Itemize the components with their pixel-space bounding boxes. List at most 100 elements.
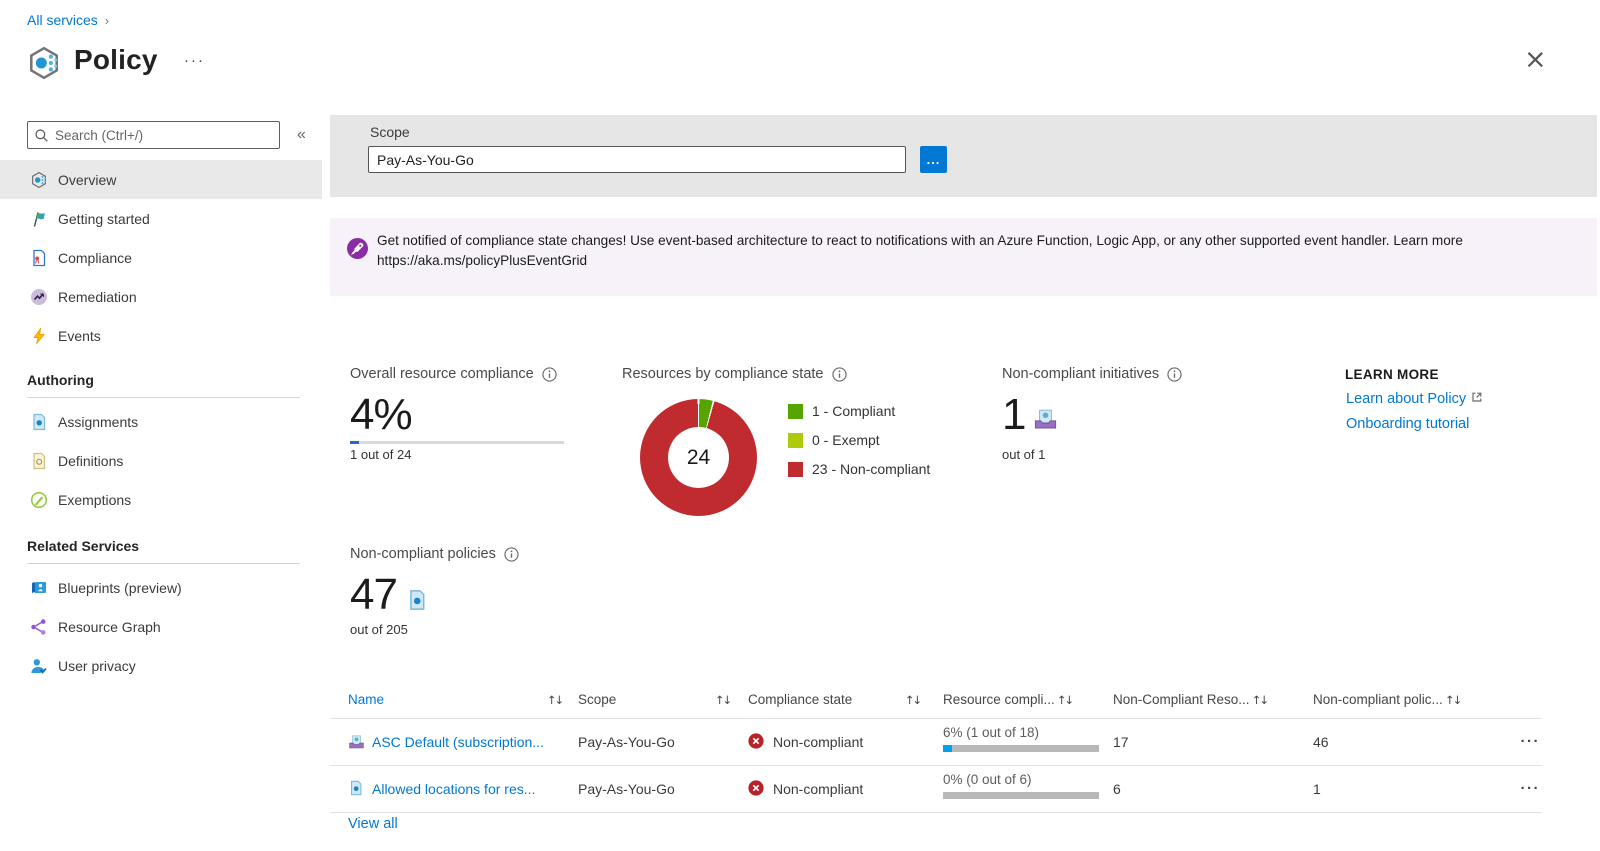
row-non-compliant-resources: 17 xyxy=(1113,718,1303,765)
row-actions-button[interactable]: ··· xyxy=(1498,718,1540,765)
banner-message: Get notified of compliance state changes… xyxy=(377,233,1463,248)
overall-compliance-progressbar xyxy=(350,441,564,444)
sidebar-item-label: Overview xyxy=(58,172,116,188)
sidebar-item-remediation[interactable]: Remediation xyxy=(0,277,322,316)
row-actions-button[interactable]: ··· xyxy=(1498,765,1540,812)
onboarding-tutorial-link[interactable]: Onboarding tutorial xyxy=(1346,416,1469,432)
definitions-doc-icon xyxy=(30,452,48,470)
non-compliant-policies-title: Non-compliant policies xyxy=(350,546,519,562)
sidebar-item-assignments[interactable]: Assignments xyxy=(0,402,322,441)
sidebar-item-label: Getting started xyxy=(58,211,150,227)
sidebar-collapse-button[interactable]: « xyxy=(297,126,306,144)
close-icon[interactable]: × xyxy=(1524,46,1547,73)
sidebar-item-label: Assignments xyxy=(58,414,138,430)
donut-legend: 1 - Compliant 0 - Exempt 23 - Non-compli… xyxy=(788,403,930,490)
banner-link[interactable]: https://aka.ms/policyPlusEventGrid xyxy=(377,253,587,268)
non-compliant-policies-value: 47 xyxy=(350,572,428,618)
error-circle-icon xyxy=(748,733,765,750)
sidebar-item-label: Exemptions xyxy=(58,492,131,508)
sidebar-item-blueprints[interactable]: Blueprints (preview) xyxy=(0,568,322,607)
row-scope: Pay-As-You-Go xyxy=(578,718,730,765)
search-input[interactable] xyxy=(55,128,273,143)
initiative-icon xyxy=(348,733,365,750)
sidebar-item-resource-graph[interactable]: Resource Graph xyxy=(0,607,322,646)
sidebar-section-related-services: Related Services xyxy=(27,538,139,554)
row-compliance-state: Non-compliant xyxy=(748,765,920,812)
title-more-button[interactable]: ··· xyxy=(184,52,205,69)
row-name-link[interactable]: Allowed locations for res... xyxy=(348,765,562,812)
sidebar-item-compliance[interactable]: Compliance xyxy=(0,238,322,277)
overall-compliance-value: 4% xyxy=(350,392,412,438)
non-compliant-policies-subtitle: out of 205 xyxy=(350,622,408,637)
info-icon[interactable] xyxy=(1167,367,1182,382)
scope-input[interactable] xyxy=(368,146,906,173)
sidebar-item-label: User privacy xyxy=(58,658,136,674)
legend-item-non-compliant: 23 - Non-compliant xyxy=(788,461,930,477)
resource-compliance-bar xyxy=(943,745,1099,752)
compliance-doc-icon xyxy=(30,249,48,267)
table-row: Allowed locations for res... Pay-As-You-… xyxy=(330,765,1542,812)
donut-center-label: 24 xyxy=(668,427,729,488)
notification-banner: Get notified of compliance state changes… xyxy=(330,218,1597,296)
row-non-compliant-resources: 6 xyxy=(1113,765,1303,812)
sidebar-item-user-privacy[interactable]: User privacy xyxy=(0,646,322,685)
error-circle-icon xyxy=(748,780,765,797)
divider xyxy=(330,812,1542,813)
scope-band: Scope ... xyxy=(330,115,1597,197)
resource-compliance-bar xyxy=(943,792,1099,799)
getting-started-flag-icon xyxy=(30,210,48,228)
sidebar-item-label: Definitions xyxy=(58,453,123,469)
sidebar-item-label: Blueprints (preview) xyxy=(58,580,182,596)
sidebar-item-events[interactable]: Events xyxy=(0,316,322,355)
row-non-compliant-policies: 46 xyxy=(1313,718,1489,765)
row-resource-compliance: 6% (1 out of 18) xyxy=(943,718,1103,765)
sidebar-item-overview[interactable]: Overview xyxy=(0,160,322,199)
column-header-scope[interactable]: Scope↑↓ xyxy=(578,692,730,707)
non-compliant-initiatives-title: Non-compliant initiatives xyxy=(1002,366,1182,382)
search-icon xyxy=(34,128,49,143)
row-name-link[interactable]: ASC Default (subscription... xyxy=(348,718,562,765)
sidebar-item-exemptions[interactable]: Exemptions xyxy=(0,480,322,519)
column-header-non-compliant-policies[interactable]: Non-compliant polic...↑↓ xyxy=(1313,692,1489,707)
external-link-icon xyxy=(1471,391,1483,407)
non-compliant-initiatives-value: 1 xyxy=(1002,392,1058,438)
legend-swatch-exempt xyxy=(788,433,803,448)
non-compliant-initiatives-subtitle: out of 1 xyxy=(1002,447,1045,462)
legend-swatch-compliant xyxy=(788,404,803,419)
info-icon[interactable] xyxy=(832,367,847,382)
policy-logo-icon xyxy=(26,45,62,81)
exemptions-pencil-icon xyxy=(30,491,48,509)
sort-icon: ↑↓ xyxy=(547,693,562,707)
compliance-donut-chart[interactable]: 24 xyxy=(640,399,757,516)
column-header-name[interactable]: Name↑↓ xyxy=(348,692,562,707)
row-compliance-state: Non-compliant xyxy=(748,718,920,765)
sidebar-item-getting-started[interactable]: Getting started xyxy=(0,199,322,238)
column-header-compliance-state[interactable]: Compliance state↑↓ xyxy=(748,692,920,707)
column-header-resource-compliance[interactable]: Resource compli...↑↓ xyxy=(943,692,1103,707)
assignment-doc-icon xyxy=(406,589,428,611)
events-lightning-icon xyxy=(30,327,48,345)
divider xyxy=(27,563,300,564)
sidebar-item-definitions[interactable]: Definitions xyxy=(0,441,322,480)
info-icon[interactable] xyxy=(542,367,557,382)
info-icon[interactable] xyxy=(504,547,519,562)
sort-icon: ↑↓ xyxy=(1252,693,1267,707)
scope-browse-button[interactable]: ... xyxy=(920,146,947,173)
legend-item-exempt: 0 - Exempt xyxy=(788,432,930,448)
legend-swatch-non-compliant xyxy=(788,462,803,477)
row-scope: Pay-As-You-Go xyxy=(578,765,730,812)
learn-about-policy-link[interactable]: Learn about Policy xyxy=(1346,391,1483,407)
assignments-doc-icon xyxy=(30,413,48,431)
divider xyxy=(27,397,300,398)
rocket-icon xyxy=(347,238,368,259)
view-all-link[interactable]: View all xyxy=(348,816,398,832)
breadcrumb-all-services-link[interactable]: All services xyxy=(27,12,98,28)
legend-item-compliant: 1 - Compliant xyxy=(788,403,930,419)
column-header-non-compliant-resources[interactable]: Non-Compliant Reso...↑↓ xyxy=(1113,692,1303,707)
sort-icon: ↑↓ xyxy=(905,693,920,707)
overall-compliance-title: Overall resource compliance xyxy=(350,366,557,382)
sidebar-section-authoring: Authoring xyxy=(27,372,94,388)
sidebar-search[interactable] xyxy=(27,121,280,149)
sidebar-item-label: Remediation xyxy=(58,289,137,305)
row-non-compliant-policies: 1 xyxy=(1313,765,1489,812)
